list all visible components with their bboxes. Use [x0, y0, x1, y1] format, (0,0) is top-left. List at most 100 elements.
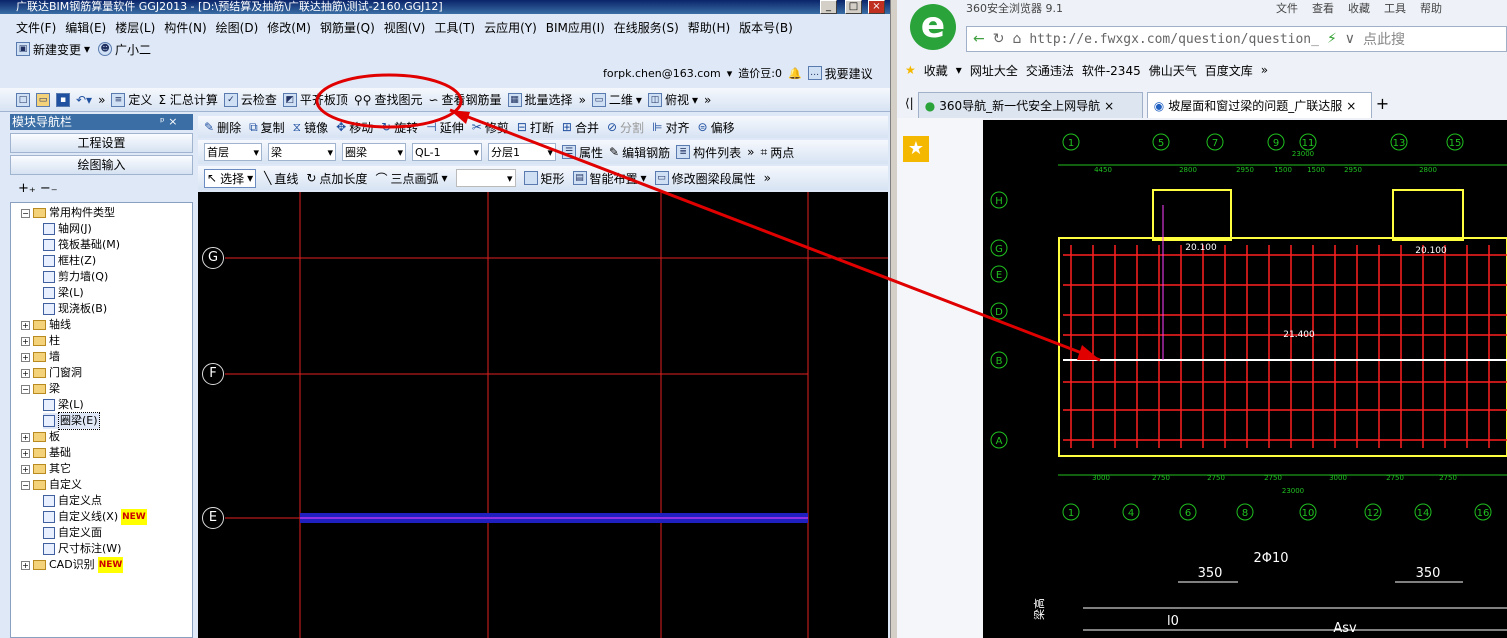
drawing-input-button[interactable]: 绘图输入	[10, 155, 193, 175]
tree-node[interactable]: 圈梁(E)	[43, 412, 100, 430]
batch-select-button[interactable]: ▦ 批量选择	[507, 91, 573, 108]
browser-menu[interactable]: 文件 查看 收藏 工具 帮助	[1276, 0, 1442, 16]
cloud-check-button[interactable]: ✓ 云检查	[223, 91, 277, 108]
tree-node[interactable]: 自定义线(X) NEW	[43, 509, 147, 525]
tree-node[interactable]: 剪力墙(Q)	[43, 269, 108, 285]
summary-calc-button[interactable]: Σ 汇总计算	[158, 91, 217, 108]
component-list-button[interactable]: ≣ 构件列表	[676, 144, 741, 161]
view-rebar-button[interactable]: ∽ 查看钢筋量	[428, 91, 501, 108]
menu-item-11[interactable]: 在线服务(S)	[614, 19, 679, 36]
url-input[interactable]: http://e.fwxgx.com/question/question_	[1029, 32, 1319, 47]
edit-tool-1[interactable]: ⧉ 复制	[249, 119, 285, 136]
tree-node[interactable]: 自定义面	[43, 525, 102, 541]
tab-close-icon[interactable]: ×	[1104, 99, 1114, 113]
close-button[interactable]: ×	[868, 0, 885, 14]
tree-expand-icon[interactable]: +	[21, 464, 30, 474]
rectangle-button[interactable]: 矩形	[523, 170, 565, 187]
tab-question-page[interactable]: ◉ 坡屋面和窗过梁的问题_广联达服 ×	[1146, 92, 1372, 118]
menu-item-7[interactable]: 视图(V)	[384, 19, 426, 36]
tree-node[interactable]: 尺寸标注(W)	[43, 541, 121, 557]
menu-item-5[interactable]: 修改(M)	[267, 19, 311, 36]
undo-icon[interactable]: ↶▾	[76, 93, 92, 107]
menu-item-4[interactable]: 绘图(D)	[216, 19, 259, 36]
menu-item-6[interactable]: 钢筋量(Q)	[320, 19, 375, 36]
more-chevron-icon[interactable]: »	[98, 93, 105, 107]
minimize-button[interactable]: _	[820, 0, 837, 14]
browser-menu-view[interactable]: 查看	[1312, 2, 1334, 15]
subtype-select[interactable]: 圈梁 ▾	[342, 143, 406, 161]
edit-tool-7[interactable]: ⊟ 打断	[517, 119, 554, 136]
line-button[interactable]: ╲ 直线	[264, 170, 298, 187]
browser-menu-favorites[interactable]: 收藏	[1348, 2, 1370, 15]
tree-expand-icon[interactable]: +	[21, 320, 30, 330]
edit-tool-4[interactable]: ↻ 旋转	[381, 119, 418, 136]
tree-node[interactable]: 自定义点	[43, 493, 102, 509]
more-chevron-icon-4[interactable]: »	[747, 145, 754, 159]
project-settings-button[interactable]: 工程设置	[10, 133, 193, 153]
name-select[interactable]: QL-1 ▾	[412, 143, 482, 161]
three-point-arc-button[interactable]: ⌒ 三点画弧 ▾	[375, 170, 447, 187]
tree-expand-icon[interactable]: +	[21, 448, 30, 458]
edit-tool-0[interactable]: ✎ 删除	[204, 119, 241, 136]
more-chevron-icon-3[interactable]: »	[704, 93, 711, 107]
tree-node[interactable]: 现浇板(B)	[43, 301, 107, 317]
browser-menu-help[interactable]: 帮助	[1420, 2, 1442, 15]
bell-icon[interactable]: 🔔	[788, 67, 802, 80]
edit-tool-2[interactable]: ⧖ 镜像	[293, 119, 328, 136]
edit-tool-6[interactable]: ✂ 修剪	[472, 119, 509, 136]
tree-expand-icon[interactable]: +	[21, 352, 30, 362]
properties-button[interactable]: ☰ 属性	[562, 144, 603, 161]
suggest-button[interactable]: … 我要建议	[807, 65, 873, 82]
floor-select[interactable]: 首层 ▾	[204, 143, 262, 161]
tree-expand-icon[interactable]: −	[21, 384, 30, 394]
fav-more-icon[interactable]: »	[1261, 63, 1268, 77]
tree-node[interactable]: − 自定义	[21, 477, 82, 493]
tree-node[interactable]: + 基础	[21, 445, 71, 461]
tree-node[interactable]: + 门窗洞	[21, 365, 82, 381]
fav-weather[interactable]: 佛山天气	[1149, 62, 1197, 79]
more-chevron-icon-2[interactable]: »	[579, 93, 586, 107]
view-2d-dropdown[interactable]: ▭ 二维 ▾	[591, 91, 642, 108]
home-icon[interactable]: ⌂	[1012, 31, 1021, 47]
tree-expand-icon[interactable]: −	[21, 208, 30, 218]
tree-node[interactable]: 梁(L)	[43, 285, 84, 301]
tree-node[interactable]: 梁(L)	[43, 397, 84, 413]
tree-node[interactable]: 筏板基础(M)	[43, 237, 120, 253]
drawing-canvas[interactable]: G F E	[198, 192, 888, 638]
edit-tool-11[interactable]: ⊜ 偏移	[698, 119, 735, 136]
fav-collect[interactable]: 收藏	[924, 62, 948, 79]
select-button[interactable]: ↖ 选择 ▾	[204, 168, 257, 188]
dropdown-icon[interactable]: ∨	[1345, 31, 1355, 47]
tree-expand-icon[interactable]: +	[21, 336, 30, 346]
save-icon[interactable]: ▪	[56, 92, 70, 107]
user-dropdown-icon[interactable]: ▾	[727, 67, 733, 80]
fav-software[interactable]: 软件-2345	[1082, 62, 1141, 79]
edit-rebar-button[interactable]: ✎ 编辑钢筋	[609, 144, 670, 161]
edit-tool-5[interactable]: ⊣ 延伸	[426, 119, 463, 136]
menu-item-9[interactable]: 云应用(Y)	[484, 19, 537, 36]
nav-pin-close[interactable]: ᵖ ×	[160, 114, 193, 130]
expand-collapse-tools[interactable]: +₊ −₋	[10, 178, 193, 200]
user-email[interactable]: forpk.chen@163.com	[603, 67, 721, 80]
tab-360-nav[interactable]: ● 360导航_新一代安全上网导航 ×	[917, 92, 1143, 118]
top-view-dropdown[interactable]: ◫ 俯视 ▾	[647, 91, 698, 108]
smart-layout-button[interactable]: ▤ 智能布置 ▾	[572, 170, 647, 187]
menu-item-3[interactable]: 构件(N)	[164, 19, 206, 36]
tree-expand-icon[interactable]: −	[21, 480, 30, 490]
helper-button[interactable]: ☻ 广小二	[98, 41, 151, 58]
sidebar-star-icon[interactable]: ★	[903, 136, 929, 162]
tree-node[interactable]: 框柱(Z)	[43, 253, 96, 269]
refresh-icon[interactable]: ↻	[993, 31, 1005, 47]
tab-scroll-left-icon[interactable]: ⟨|	[905, 96, 914, 110]
new-file-icon[interactable]: □	[16, 92, 30, 107]
layer-select[interactable]: 分层1 ▾	[488, 143, 556, 161]
type-select[interactable]: 梁 ▾	[268, 143, 336, 161]
define-button[interactable]: ≡ 定义	[111, 91, 152, 108]
tree-expand-icon[interactable]: +	[21, 432, 30, 442]
tree-node[interactable]: − 梁	[21, 381, 60, 397]
menu-item-2[interactable]: 楼层(L)	[115, 19, 155, 36]
modify-ring-beam-button[interactable]: ▭ 修改圈梁段属性	[654, 170, 756, 187]
open-folder-icon[interactable]: ▭	[36, 92, 50, 107]
point-length-button[interactable]: ↻ 点加长度	[306, 170, 367, 187]
browser-menu-tools[interactable]: 工具	[1384, 2, 1406, 15]
